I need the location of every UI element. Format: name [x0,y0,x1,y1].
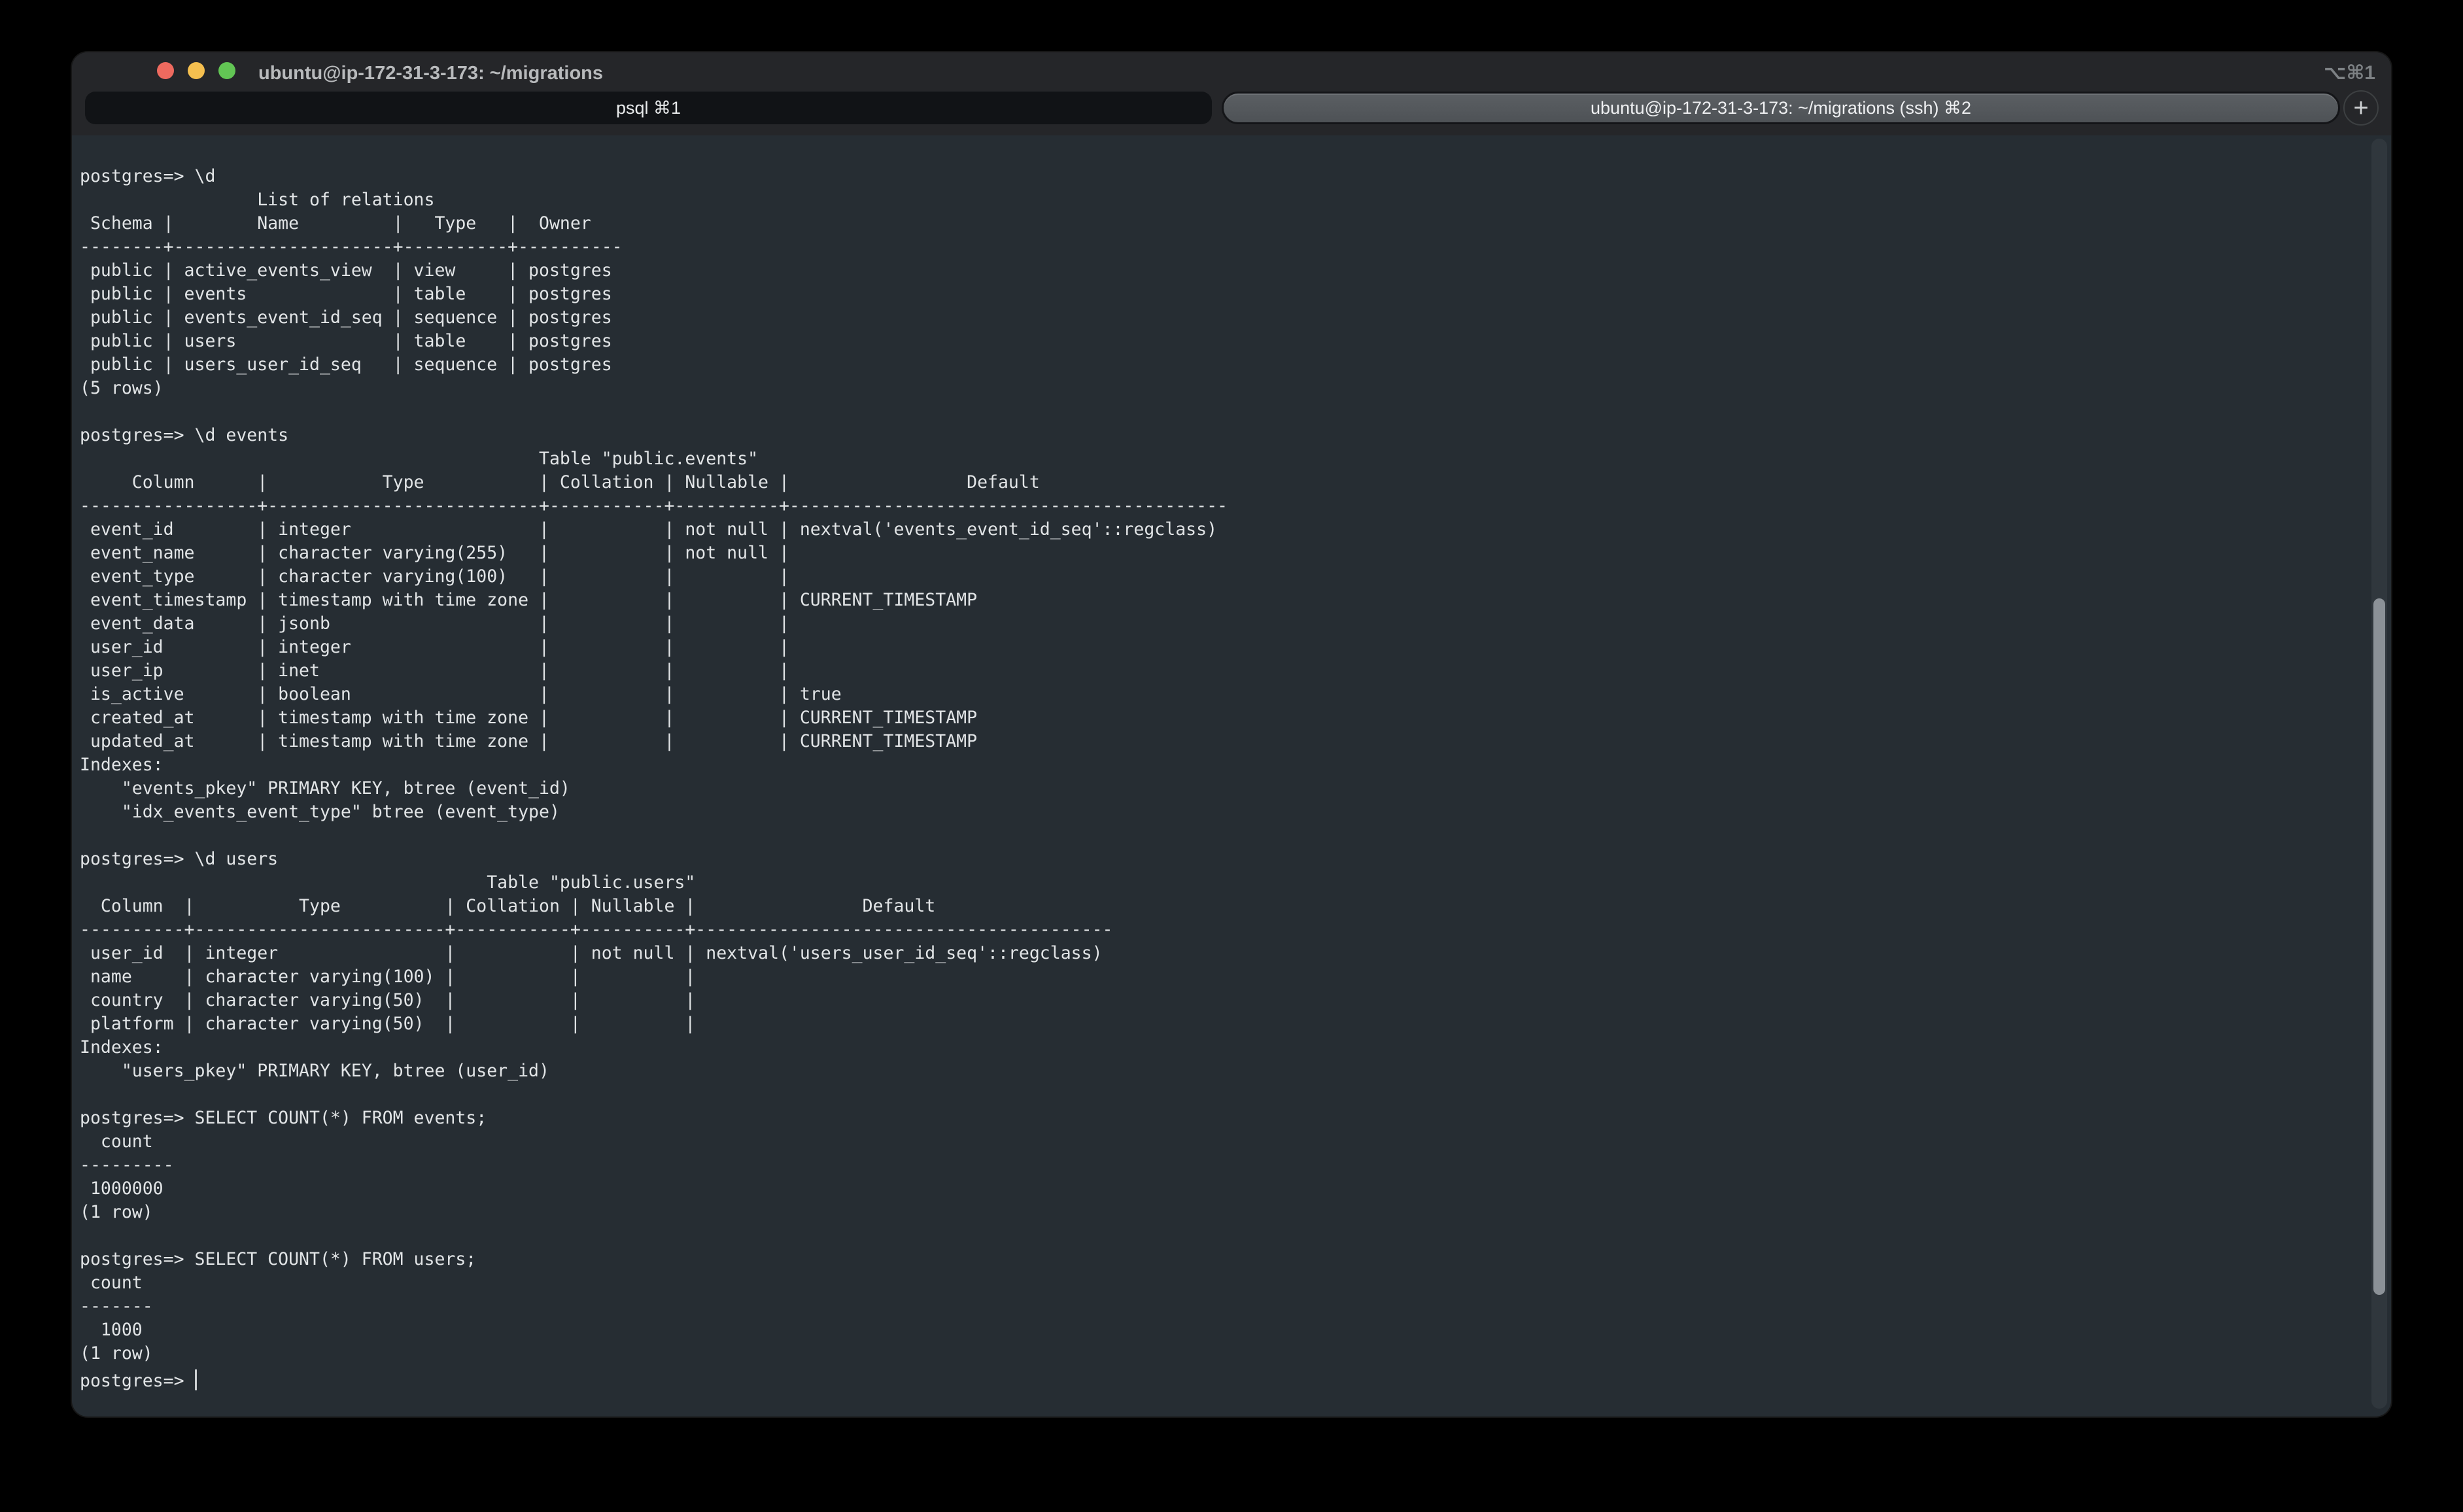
titlebar: ubuntu@ip-172-31-3-173: ~/migrations ⌥⌘1… [72,52,2391,135]
zoom-button[interactable] [218,62,235,79]
minimize-button[interactable] [188,62,205,79]
terminal-screen[interactable]: postgres=> \d List of relations Schema |… [80,165,1228,1393]
tab-psql[interactable]: psql ⌘1 [85,92,1212,124]
window-shortcut-badge: ⌥⌘1 [2324,52,2375,94]
new-tab-button[interactable]: + [2343,90,2379,126]
close-button[interactable] [157,62,174,79]
shell-prompt: postgres=> [80,1371,195,1391]
text-cursor [195,1369,197,1390]
traffic-lights [157,62,235,79]
terminal-window: ubuntu@ip-172-31-3-173: ~/migrations ⌥⌘1… [72,52,2391,1417]
window-title: ubuntu@ip-172-31-3-173: ~/migrations [258,52,603,94]
tab-ssh-migrations[interactable]: ubuntu@ip-172-31-3-173: ~/migrations (ss… [1222,92,2340,124]
terminal-output: postgres=> \d List of relations Schema |… [80,166,1228,1364]
scrollbar-thumb[interactable] [2373,598,2385,1295]
